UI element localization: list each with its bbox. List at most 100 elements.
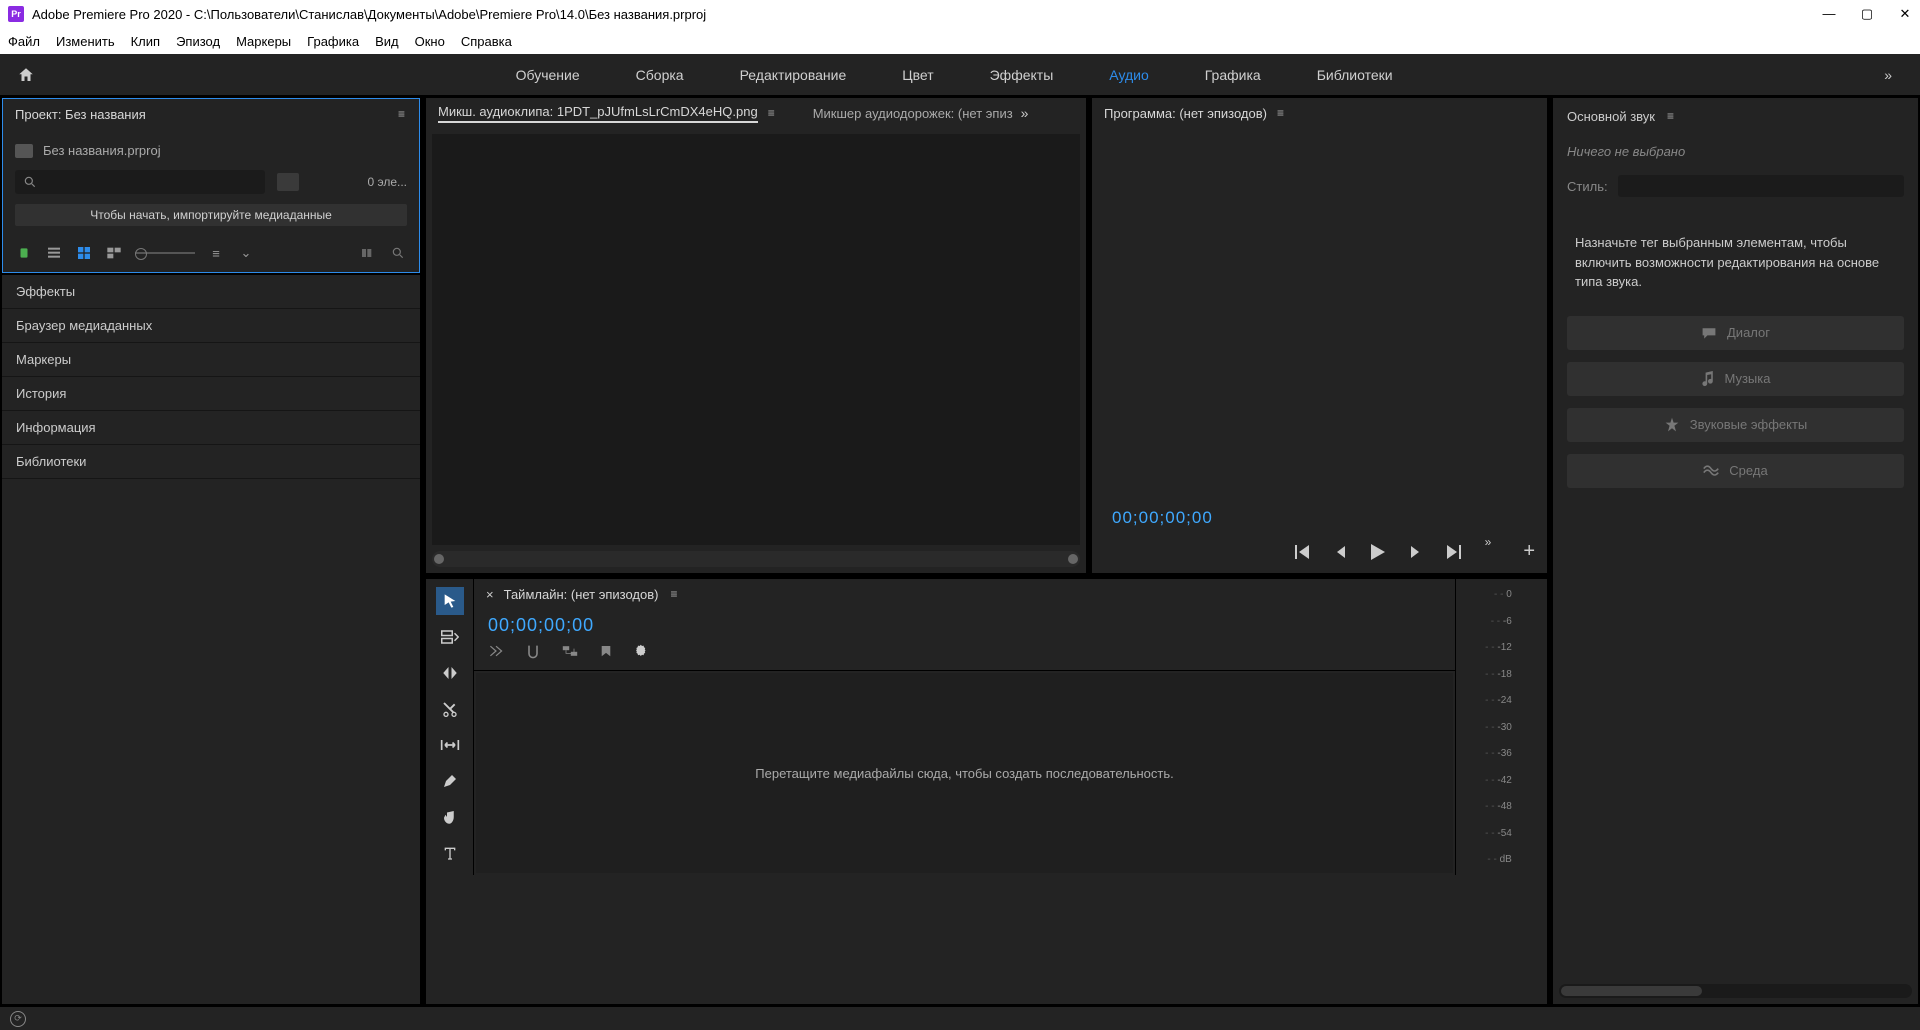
project-file-icon (15, 144, 33, 158)
program-panel: Программа: (нет эпизодов) ≡ 00;00;00;00 (1092, 98, 1547, 573)
sort-icon[interactable]: ≡ (207, 244, 225, 262)
audio-clip-mixer-tab[interactable]: Микш. аудиоклипа: 1PDT_pJUfmLsLrCmDX4eHQ… (438, 104, 758, 123)
panel-libraries[interactable]: Библиотеки (2, 445, 420, 479)
source-menu-icon[interactable]: ≡ (766, 106, 777, 120)
title-text: Adobe Premiere Pro 2020 - C:\Пользовател… (32, 7, 706, 22)
project-toolbar: ≡ ⌄ (3, 234, 419, 272)
slip-tool-icon[interactable] (436, 731, 464, 759)
menu-sequence[interactable]: Эпизод (176, 34, 220, 49)
ambience-icon (1703, 464, 1719, 478)
ws-graphics[interactable]: Графика (1205, 67, 1261, 83)
ws-audio[interactable]: Аудио (1109, 67, 1149, 83)
essential-sound-menu-icon[interactable]: ≡ (1665, 109, 1676, 123)
es-scrollbar[interactable] (1559, 984, 1912, 998)
menu-clip[interactable]: Клип (131, 34, 160, 49)
ws-assembly[interactable]: Сборка (636, 67, 684, 83)
stacked-panels: Эффекты Браузер медиаданных Маркеры Исто… (2, 273, 420, 1004)
freeform-view-icon[interactable] (105, 244, 123, 262)
write-mode-icon[interactable] (15, 244, 33, 262)
settings-icon[interactable] (634, 644, 650, 660)
import-hint: Чтобы начать, импортируйте медиаданные (15, 204, 407, 226)
source-scrollbar[interactable] (432, 551, 1080, 567)
hand-tool-icon[interactable] (436, 803, 464, 831)
essential-sound-title: Основной звук (1567, 109, 1655, 124)
project-tab[interactable]: Проект: Без названия (15, 107, 146, 122)
play-icon[interactable] (1371, 544, 1385, 560)
es-sfx-button[interactable]: Звуковые эффекты (1567, 408, 1904, 442)
menu-file[interactable]: Файл (8, 34, 40, 49)
audio-track-mixer-tab[interactable]: Микшер аудиодорожек: (нет эпиз (813, 106, 1013, 121)
ws-learn[interactable]: Обучение (516, 67, 580, 83)
razor-tool-icon[interactable] (436, 695, 464, 723)
statusbar: ⟳ (0, 1006, 1920, 1030)
type-tool-icon[interactable] (436, 839, 464, 867)
go-to-out-icon[interactable] (1445, 545, 1461, 559)
program-tab[interactable]: Программа: (нет эпизодов) (1104, 106, 1267, 121)
transport-controls: » + (1092, 536, 1547, 573)
home-icon[interactable] (16, 66, 36, 84)
es-music-button[interactable]: Музыка (1567, 362, 1904, 396)
find-icon[interactable] (389, 244, 407, 262)
menu-help[interactable]: Справка (461, 34, 512, 49)
selection-tool-icon[interactable] (436, 587, 464, 615)
maximize-button[interactable]: ▢ (1860, 6, 1874, 22)
add-marker-tl-icon[interactable] (600, 644, 612, 660)
panel-effects[interactable]: Эффекты (2, 275, 420, 309)
zoom-slider[interactable] (135, 252, 195, 254)
es-style-dropdown[interactable] (1618, 175, 1904, 197)
linked-selection-icon[interactable] (562, 644, 578, 660)
snap-icon[interactable] (526, 644, 540, 660)
program-timecode[interactable]: 00;00;00;00 (1092, 490, 1547, 536)
panel-info[interactable]: Информация (2, 411, 420, 445)
timeline-close-icon[interactable]: × (486, 587, 494, 602)
item-count: 0 эле... (367, 175, 407, 189)
audio-clip-mixer-panel: Микш. аудиоклипа: 1PDT_pJUfmLsLrCmDX4eHQ… (426, 98, 1086, 573)
menu-edit[interactable]: Изменить (56, 34, 115, 49)
automate-icon[interactable] (359, 244, 377, 262)
step-back-icon[interactable] (1335, 546, 1347, 558)
insert-overwrite-icon[interactable] (488, 644, 504, 660)
project-search-input[interactable] (15, 170, 265, 194)
workspace-bar: Обучение Сборка Редактирование Цвет Эффе… (0, 54, 1920, 96)
timeline-panel: × Таймлайн: (нет эпизодов) ≡ 00;00;00;00 (426, 579, 1547, 1004)
es-ambience-button[interactable]: Среда (1567, 454, 1904, 488)
step-forward-icon[interactable] (1409, 546, 1421, 558)
list-view-icon[interactable] (45, 244, 63, 262)
ripple-edit-tool-icon[interactable] (436, 659, 464, 687)
project-filename: Без названия.prproj (43, 143, 161, 158)
ws-libraries[interactable]: Библиотеки (1317, 67, 1393, 83)
timeline-dropzone[interactable]: Перетащите медиафайлы сюда, чтобы создат… (476, 673, 1453, 873)
program-monitor (1092, 128, 1547, 490)
minimize-button[interactable]: — (1822, 6, 1836, 22)
ws-effects[interactable]: Эффекты (990, 67, 1054, 83)
go-to-in-icon[interactable] (1295, 545, 1311, 559)
program-menu-icon[interactable]: ≡ (1275, 106, 1286, 120)
panel-media-browser[interactable]: Браузер медиаданных (2, 309, 420, 343)
cloud-sync-icon[interactable]: ⟳ (10, 1011, 26, 1027)
menu-graphics[interactable]: Графика (307, 34, 359, 49)
new-bin-icon[interactable] (277, 173, 299, 191)
add-marker-icon[interactable]: + (1523, 540, 1535, 563)
menu-view[interactable]: Вид (375, 34, 399, 49)
menu-window[interactable]: Окно (415, 34, 445, 49)
source-monitor (432, 134, 1080, 545)
transport-overflow-icon[interactable]: » (1485, 535, 1492, 549)
timeline-menu-icon[interactable]: ≡ (668, 587, 679, 601)
timeline-options (474, 640, 1455, 671)
workspace-overflow-icon[interactable]: » (1872, 67, 1904, 83)
chevron-down-icon[interactable]: ⌄ (237, 244, 255, 262)
panel-history[interactable]: История (2, 377, 420, 411)
panel-markers[interactable]: Маркеры (2, 343, 420, 377)
ws-editing[interactable]: Редактирование (740, 67, 847, 83)
menu-markers[interactable]: Маркеры (236, 34, 291, 49)
timeline-tab[interactable]: Таймлайн: (нет эпизодов) (504, 587, 659, 602)
icon-view-icon[interactable] (75, 244, 93, 262)
close-button[interactable]: ✕ (1898, 6, 1912, 22)
ws-color[interactable]: Цвет (902, 67, 933, 83)
timeline-timecode[interactable]: 00;00;00;00 (488, 615, 594, 635)
track-select-tool-icon[interactable] (436, 623, 464, 651)
es-dialogue-button[interactable]: Диалог (1567, 316, 1904, 350)
project-menu-icon[interactable]: ≡ (396, 107, 407, 121)
pen-tool-icon[interactable] (436, 767, 464, 795)
source-overflow-icon[interactable]: » (1021, 105, 1029, 121)
